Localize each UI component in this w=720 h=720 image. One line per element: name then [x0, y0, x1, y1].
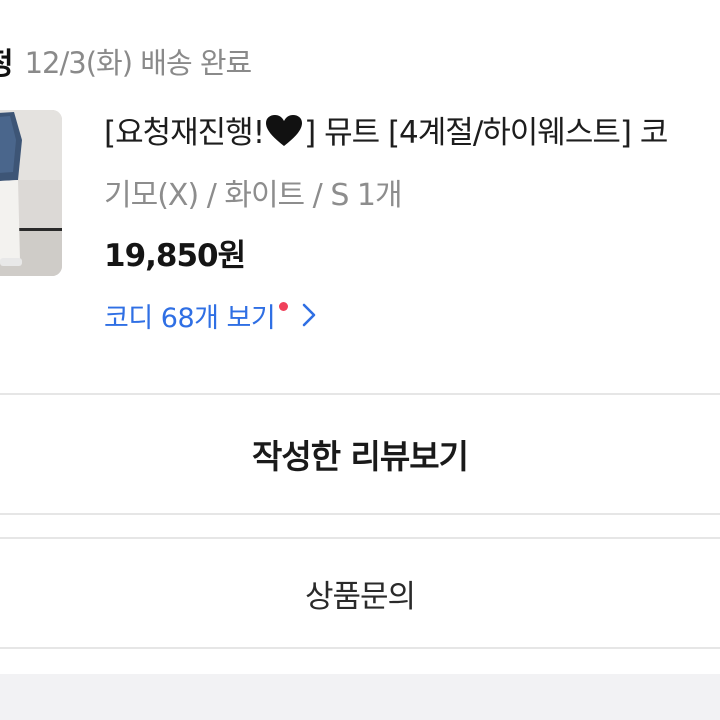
product-options: 기모(X) / 화이트 / S 1개 [104, 178, 403, 213]
product-price: 19,850원 [104, 238, 246, 274]
delivery-status-header: 정 12/3(화) 배송 완료 [0, 36, 253, 86]
view-my-review-button[interactable]: 작성한 리뷰보기 [0, 393, 720, 515]
delivery-date-status: 12/3(화) 배송 완료 [24, 46, 253, 80]
new-badge-dot [279, 301, 289, 311]
bottom-section-divider [0, 674, 720, 720]
black-heart-icon [265, 113, 303, 163]
coordi-view-link[interactable]: 코디 68개 보기 [104, 294, 316, 344]
view-my-review-label: 작성한 리뷰보기 [251, 437, 469, 476]
product-name-part1: [요청재진행! [104, 115, 265, 151]
status-title: 정 [0, 39, 14, 83]
product-inquiry-label: 상품문의 [304, 578, 416, 615]
chevron-right-icon [302, 294, 316, 344]
product-inquiry-button[interactable]: 상품문의 [0, 537, 720, 649]
product-name[interactable]: [요청재진행! ] 뮤트 [4계절/하이웨스트] 코 [104, 108, 668, 158]
product-thumbnail[interactable] [0, 110, 62, 276]
product-name-part2: ] 뮤트 [4계절/하이웨스트] 코 [304, 115, 668, 151]
coordi-link-label: 코디 68개 보기 [104, 303, 276, 334]
